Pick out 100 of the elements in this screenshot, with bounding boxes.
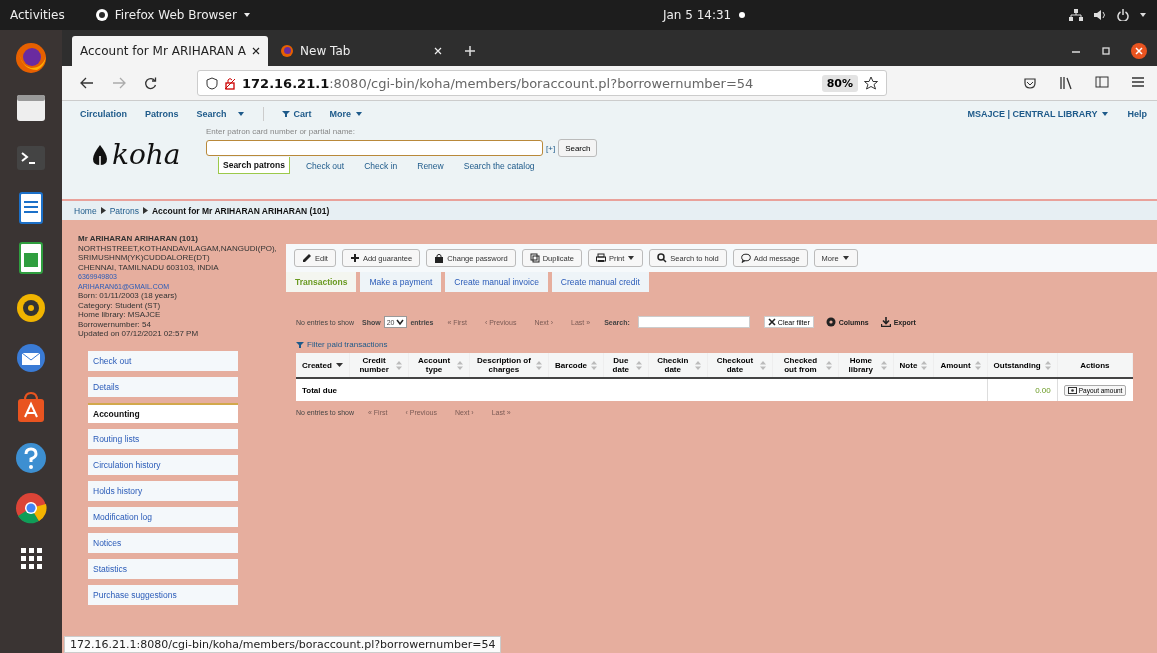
bookmark-star-icon[interactable] — [864, 76, 878, 90]
pocket-icon[interactable] — [1023, 76, 1037, 90]
column-header[interactable]: Created — [296, 353, 350, 378]
library-menu[interactable]: MSAJCE | CENTRAL LIBRARY — [967, 109, 1110, 119]
help-link[interactable]: Help — [1127, 109, 1147, 119]
address-line: NORTHSTREET,KOTHANDAVILAGAM,NANGUDI(PO), — [78, 243, 278, 253]
browser-icon — [94, 8, 109, 22]
column-header[interactable]: Amount — [933, 353, 988, 378]
address-line: CHENNAI, TAMILNADU 603103, INDIA — [78, 262, 220, 272]
sort-descending-icon — [335, 362, 343, 368]
caret-icon — [355, 110, 364, 118]
nav-link[interactable]: Patrons — [145, 109, 179, 119]
total-due-label: Total due — [302, 385, 337, 395]
column-header[interactable]: Checkin date — [648, 353, 708, 378]
close-icon[interactable] — [252, 47, 261, 55]
sort-icon — [695, 360, 701, 370]
column-header[interactable]: Due date — [603, 353, 648, 378]
browser-tab[interactable]: New Tab — [272, 36, 451, 66]
column-header[interactable]: Account type — [408, 353, 470, 378]
column-header[interactable]: Note — [893, 353, 934, 378]
gear-icon — [825, 317, 836, 327]
patron-detail: Updated on 07/12/2021 02:57 PM — [78, 329, 200, 339]
search-tab[interactable]: Search the catalog — [459, 157, 539, 174]
breadcrumb-link[interactable]: Patrons — [109, 205, 139, 216]
clock[interactable]: Jan 5 14:31 — [662, 8, 732, 22]
expand-link[interactable]: [+] — [546, 143, 556, 153]
sidebar-item[interactable]: Circulation history — [88, 454, 238, 475]
sidebar-item[interactable]: Purchase suggestions — [88, 584, 238, 605]
column-header[interactable]: Barcode — [548, 353, 604, 378]
notification-dot-icon — [739, 12, 746, 18]
library-icon[interactable] — [1059, 76, 1073, 90]
sidebar-item[interactable]: Statistics — [88, 558, 238, 579]
search-tab[interactable]: Renew — [413, 157, 448, 174]
sidebar-item[interactable]: Accounting — [88, 402, 238, 423]
browser-tab[interactable]: Account for Mr ARIHARAN A — [72, 36, 269, 66]
pencil-icon — [302, 253, 312, 263]
caret-icon[interactable] — [236, 110, 245, 118]
nav-link[interactable]: Circulation — [80, 109, 127, 119]
column-header[interactable]: Description of charges — [469, 353, 549, 378]
download-icon — [880, 317, 891, 327]
chrome-circle-icon[interactable] — [13, 490, 49, 526]
activities-button[interactable]: Activities — [10, 8, 65, 22]
breadcrumb-current: Account for Mr ARIHARAN ARIHARAN (101) — [152, 205, 330, 216]
table-search-field[interactable] — [637, 316, 750, 328]
sidebar-item[interactable]: Notices — [88, 532, 238, 553]
filter-link[interactable]: Filter paid transactions — [296, 340, 1133, 349]
koha-logo: koha — [90, 141, 206, 169]
printer-icon — [595, 253, 606, 263]
sort-icon — [536, 360, 543, 370]
cart-link[interactable]: Cart — [281, 109, 312, 119]
more-menu[interactable]: More — [329, 109, 364, 119]
search-tab[interactable]: Check out — [301, 157, 349, 174]
caret-icon — [841, 254, 850, 262]
search-hint: Enter patron card number or partial name: — [206, 127, 356, 136]
sidebar-item[interactable]: Holds history — [88, 480, 238, 501]
sort-icon — [880, 360, 887, 370]
sidebar-item[interactable]: Routing lists — [88, 428, 238, 449]
back-arrow-icon[interactable] — [80, 77, 94, 89]
nav-link[interactable]: Search — [196, 109, 227, 119]
column-header[interactable]: Checkout date — [707, 353, 773, 378]
account-tab[interactable]: Create manual invoice — [445, 272, 548, 292]
app-menu[interactable]: Firefox Web Browser — [94, 8, 251, 22]
browser-icon[interactable] — [13, 40, 49, 76]
column-header[interactable]: Outstanding — [987, 353, 1058, 378]
sidebar-icon[interactable] — [1095, 76, 1109, 88]
breadcrumb-link[interactable]: Home — [74, 205, 97, 216]
sidebar-item[interactable]: Check out — [88, 350, 238, 371]
address-bar[interactable]: 172.16.21.1:8080/cgi-bin/koha/members/boraccount.pl?borrowernumber=54 80% — [197, 70, 887, 96]
sort-icon — [1044, 360, 1051, 370]
search-icon — [657, 253, 668, 263]
column-header[interactable]: Home library — [838, 353, 894, 378]
patron-detail: Borrowernumber: 54 — [78, 319, 152, 329]
maximize-icon[interactable] — [1101, 46, 1111, 56]
close-icon[interactable] — [1131, 43, 1147, 59]
plus-icon[interactable] — [464, 45, 477, 57]
reload-icon[interactable] — [144, 76, 157, 90]
caret-icon[interactable] — [1139, 11, 1147, 19]
patron-search-field[interactable] — [206, 140, 543, 156]
account-tab[interactable]: Make a payment — [360, 272, 442, 292]
network-icon[interactable] — [1069, 9, 1083, 21]
sort-icon — [974, 360, 981, 370]
search-tab[interactable]: Check in — [360, 157, 402, 174]
patron-detail: Home library: MSAJCE — [78, 310, 162, 320]
menu-icon[interactable] — [1131, 76, 1145, 88]
funnel-icon — [281, 110, 290, 118]
search-button[interactable]: Search — [558, 139, 598, 157]
caret-icon — [627, 254, 636, 262]
sidebar-item[interactable]: Details — [88, 376, 238, 397]
help-icon[interactable] — [13, 440, 49, 476]
zoom-level-badge[interactable]: 80% — [821, 74, 858, 92]
power-icon[interactable] — [1117, 9, 1129, 21]
search-tab[interactable]: Search patrons — [218, 157, 290, 174]
patron-name: Mr ARIHARAN ARIHARAN (101) — [78, 234, 199, 244]
close-icon — [767, 318, 776, 326]
volume-icon[interactable] — [1093, 9, 1107, 21]
account-tab[interactable]: Create manual credit — [551, 272, 649, 292]
sidebar-item[interactable]: Modification log — [88, 506, 238, 527]
column-header[interactable]: Checked out from — [772, 353, 839, 378]
funnel-icon — [296, 340, 304, 349]
column-header[interactable]: Credit number — [349, 353, 409, 378]
